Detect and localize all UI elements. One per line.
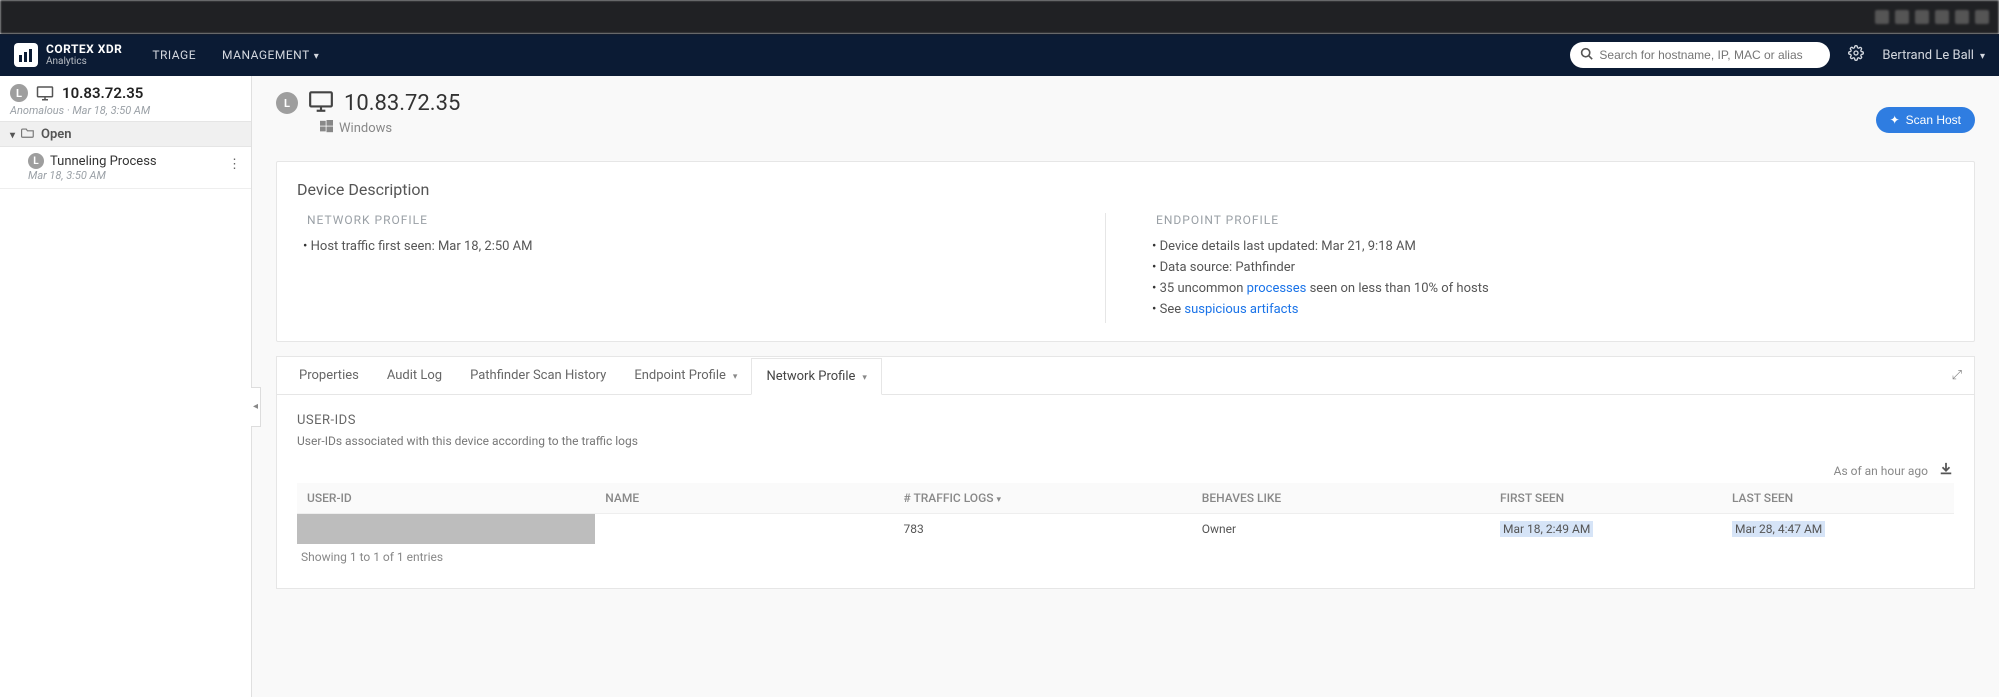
- processes-link[interactable]: processes: [1247, 281, 1307, 296]
- expand-panel-icon[interactable]: ⤢: [1940, 358, 1974, 393]
- tab-network-profile[interactable]: Network Profile: [751, 358, 882, 395]
- sidebar-status: Anomalous · Mar 18, 3:50 AM: [10, 104, 241, 117]
- folder-icon: [21, 126, 35, 142]
- sidebar-open-label: Open: [41, 127, 72, 142]
- suspicious-artifacts-link[interactable]: suspicious artifacts: [1184, 302, 1298, 317]
- cell-last-seen: Mar 28, 4:47 AM: [1722, 514, 1954, 545]
- network-profile-heading: NETWORK PROFILE: [307, 213, 1085, 227]
- endpoint-datasource: Data source: Pathfinder: [1146, 260, 1934, 275]
- sidebar-finding-item[interactable]: L Tunneling Process Mar 18, 3:50 AM ⋮: [0, 147, 251, 189]
- main-content: L 10.83.72.35 Windows ✦ Scan Host: [252, 76, 1999, 697]
- endpoint-artifacts: See suspicious artifacts: [1146, 302, 1934, 317]
- chevron-down-icon: [314, 48, 320, 62]
- userids-subtitle: User-IDs associated with this device acc…: [297, 434, 1954, 448]
- search-input[interactable]: [1599, 48, 1820, 62]
- table-entries-summary: Showing 1 to 1 of 1 entries: [297, 544, 1954, 570]
- brand-subtitle: Analytics: [46, 56, 122, 67]
- settings-gear-icon[interactable]: [1848, 45, 1864, 65]
- severity-badge: L: [276, 92, 298, 114]
- chevron-down-icon: [994, 491, 1002, 505]
- kebab-menu-icon[interactable]: ⋮: [228, 157, 241, 172]
- userids-table: USER-ID NAME # TRAFFIC LOGS BEHAVES LIKE…: [297, 483, 1954, 544]
- col-behaves-like[interactable]: BEHAVES LIKE: [1192, 483, 1490, 514]
- scan-host-button[interactable]: ✦ Scan Host: [1876, 107, 1975, 133]
- sidebar-collapse-handle[interactable]: ◂: [251, 387, 261, 427]
- sidebar: L 10.83.72.35 Anomalous · Mar 18, 3:50 A…: [0, 76, 252, 697]
- target-icon: ✦: [1890, 113, 1900, 127]
- chevron-down-icon: [730, 368, 738, 383]
- tab-properties[interactable]: Properties: [285, 358, 373, 393]
- sidebar-ip: 10.83.72.35: [62, 84, 143, 102]
- col-last-seen[interactable]: LAST SEEN: [1722, 483, 1954, 514]
- user-name: Bertrand Le Ball: [1882, 48, 1974, 63]
- page-os-label: Windows: [339, 121, 392, 136]
- chevron-down-icon: [859, 369, 867, 384]
- nav-management[interactable]: MANAGEMENT: [222, 48, 319, 62]
- col-name[interactable]: NAME: [595, 483, 893, 514]
- nav-management-label: MANAGEMENT: [222, 48, 310, 62]
- scan-host-label: Scan Host: [1906, 113, 1961, 127]
- detail-tabs: Properties Audit Log Pathfinder Scan His…: [276, 356, 1975, 394]
- search-box[interactable]: [1570, 42, 1830, 68]
- sidebar-item-time: Mar 18, 3:50 AM: [28, 169, 251, 182]
- severity-badge: L: [28, 153, 44, 169]
- device-description-card: Device Description NETWORK PROFILE Host …: [276, 161, 1975, 342]
- chevron-down-icon: [1980, 48, 1985, 63]
- monitor-icon: [308, 90, 334, 116]
- brand-logo-icon: [14, 43, 38, 67]
- network-first-seen: Host traffic first seen: Mar 18, 2:50 AM: [297, 239, 1085, 254]
- tab-audit-log[interactable]: Audit Log: [373, 358, 456, 393]
- userids-panel: USER-IDS User-IDs associated with this d…: [276, 394, 1975, 589]
- cell-first-seen: Mar 18, 2:49 AM: [1490, 514, 1722, 545]
- card-title: Device Description: [297, 180, 1954, 199]
- userids-title: USER-IDS: [297, 413, 1954, 428]
- cell-traffic: 783: [894, 514, 1192, 545]
- tab-endpoint-profile[interactable]: Endpoint Profile: [620, 358, 751, 393]
- cell-name: [595, 514, 893, 545]
- brand[interactable]: CORTEX XDR Analytics: [14, 43, 122, 67]
- browser-tabstrip: [0, 0, 1999, 34]
- col-user-id[interactable]: USER-ID: [297, 483, 595, 514]
- windows-icon: [320, 120, 333, 137]
- nav-triage[interactable]: TRIAGE: [152, 48, 196, 62]
- cell-user-id: [297, 514, 595, 545]
- monitor-icon: [34, 84, 56, 102]
- endpoint-processes: 35 uncommon processes seen on less than …: [1146, 281, 1934, 296]
- user-menu[interactable]: Bertrand Le Ball: [1882, 48, 1985, 63]
- col-first-seen[interactable]: FIRST SEEN: [1490, 483, 1722, 514]
- severity-badge: L: [10, 84, 28, 102]
- brand-title: CORTEX XDR: [46, 43, 122, 56]
- tab-pathfinder-history[interactable]: Pathfinder Scan History: [456, 358, 620, 393]
- chevron-down-icon: [10, 127, 15, 142]
- topbar: CORTEX XDR Analytics TRIAGE MANAGEMENT B…: [0, 34, 1999, 76]
- sidebar-open-group[interactable]: Open: [0, 121, 251, 147]
- cell-behaves: Owner: [1192, 514, 1490, 545]
- userids-asof: As of an hour ago: [1834, 464, 1928, 478]
- endpoint-updated: Device details last updated: Mar 21, 9:1…: [1146, 239, 1934, 254]
- col-traffic-logs[interactable]: # TRAFFIC LOGS: [894, 483, 1192, 514]
- download-icon[interactable]: [1938, 462, 1954, 479]
- table-row[interactable]: 783 Owner Mar 18, 2:49 AM Mar 28, 4:47 A…: [297, 514, 1954, 545]
- endpoint-profile-heading: ENDPOINT PROFILE: [1156, 213, 1934, 227]
- sidebar-item-title: Tunneling Process: [50, 154, 157, 169]
- page-title-ip: 10.83.72.35: [344, 91, 460, 116]
- search-icon: [1580, 47, 1593, 64]
